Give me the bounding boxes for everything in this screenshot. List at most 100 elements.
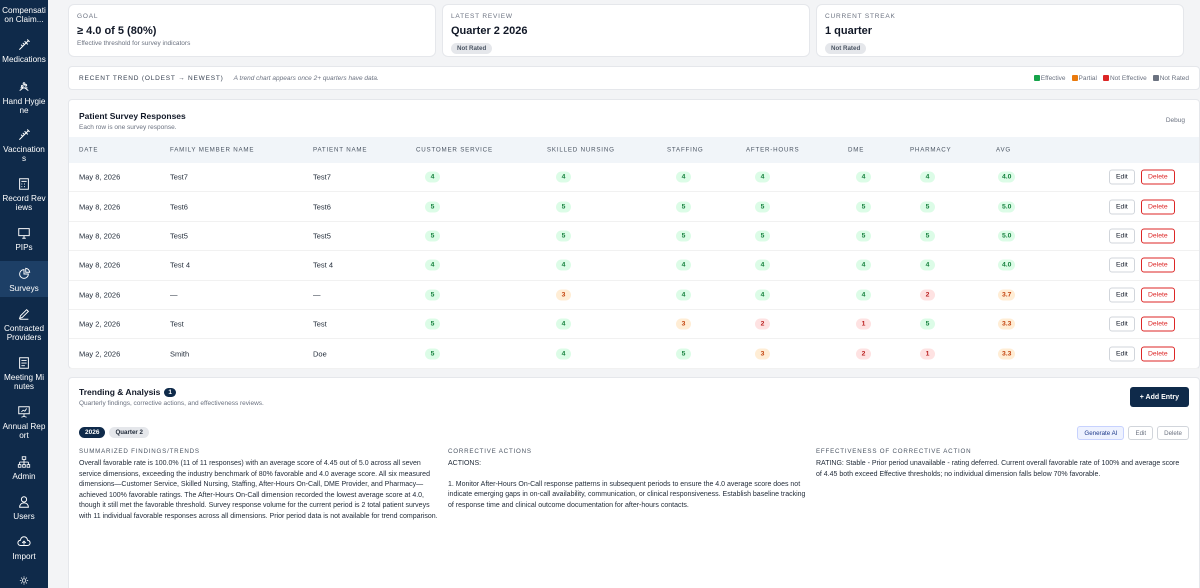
sidebar-item-label: Users (13, 512, 35, 521)
cell-patient-name: Test (313, 319, 327, 329)
cell-date: May 2, 2026 (79, 319, 121, 329)
row-edit-button[interactable]: Edit (1109, 346, 1135, 362)
column-header-dme: DME (848, 146, 865, 154)
cell-patient-name: Test5 (313, 231, 331, 241)
latest-review-card: LATEST REVIEW Quarter 2 2026 Not Rated (442, 4, 810, 57)
sidebar-item-compensation-claims[interactable]: Compensati on Claim... (0, 6, 48, 34)
score-badge-dme: 5 (856, 201, 871, 213)
table-row: May 8, 2026 Test 4 Test 4 4 4 4 4 4 4 4.0 Edit Dele… (69, 251, 1199, 281)
sidebar-item-label: Import (12, 552, 36, 561)
row-delete-button[interactable]: Delete (1141, 316, 1175, 332)
findings-title: SUMMARIZED FINDINGS/TRENDS (79, 448, 200, 455)
row-delete-button[interactable]: Delete (1141, 199, 1175, 215)
row-delete-button[interactable]: Delete (1141, 257, 1175, 273)
column-header-avg: AVG (996, 146, 1012, 154)
sidebar-item-import[interactable]: Import (0, 535, 48, 563)
sidebar-item-users[interactable]: Users (0, 495, 48, 523)
row-edit-button[interactable]: Edit (1109, 169, 1135, 185)
sidebar-item-annual-report[interactable]: Annual Report (0, 405, 48, 441)
table-row: May 8, 2026 Test5 Test5 5 5 5 5 5 5 5.0 Edit Delete (69, 222, 1199, 252)
latest-review-value: Quarter 2 2026 (451, 25, 528, 37)
column-header-customer-service: CUSTOMER SERVICE (416, 146, 493, 154)
sidebar-item-meeting-minutes[interactable]: Meeting Minutes (0, 356, 48, 392)
sidebar-item-label: PIPs (15, 243, 33, 252)
row-edit-button[interactable]: Edit (1109, 287, 1135, 303)
score-badge-skilled-nursing: 4 (556, 171, 571, 183)
effectiveness-title: EFFECTIVENESS OF CORRECTIVE ACTION (816, 448, 972, 455)
row-delete-button[interactable]: Delete (1141, 287, 1175, 303)
legend-effective: Effective (1033, 74, 1066, 82)
row-delete-button[interactable]: Delete (1141, 169, 1175, 185)
score-badge-staffing: 4 (676, 171, 691, 183)
goal-value: ≥ 4.0 of 5 (80%) (77, 25, 157, 37)
column-header-date: DATE (79, 146, 99, 154)
sidebar-item-surveys[interactable]: Surveys (0, 261, 48, 297)
score-badge-pharmacy: 4 (920, 259, 935, 271)
sidebar-item-label: Admin (12, 472, 36, 481)
findings-column: SUMMARIZED FINDINGS/TRENDS Overall favor… (79, 448, 439, 522)
score-badge-pharmacy: 4 (920, 171, 935, 183)
hands-wash-icon (19, 82, 29, 91)
main-content: GOAL ≥ 4.0 of 5 (80%) Effective threshol… (48, 0, 1200, 588)
legend-partial: Partial (1071, 74, 1097, 82)
cloud-upload-icon (17, 536, 31, 546)
row-delete-button[interactable]: Delete (1141, 346, 1175, 362)
score-badge-after-hours: 4 (755, 289, 770, 301)
current-streak-status-badge: Not Rated (825, 43, 867, 54)
entry-delete-button[interactable]: Delete (1157, 426, 1189, 440)
score-badge-staffing: 4 (676, 289, 691, 301)
score-badge-dme: 1 (856, 318, 871, 330)
sidebar-item-medications[interactable]: Medications (0, 38, 48, 68)
score-badge-after-hours: 2 (755, 318, 770, 330)
sidebar-item-label: Compensati on Claim... (2, 6, 46, 24)
corrective-actions-heading: ACTIONS: (448, 460, 482, 467)
row-edit-button[interactable]: Edit (1109, 199, 1135, 215)
score-badge-after-hours: 5 (755, 230, 770, 242)
row-edit-button[interactable]: Edit (1109, 316, 1135, 332)
latest-review-label: LATEST REVIEW (451, 13, 513, 20)
debug-toggle[interactable]: Debug (1166, 117, 1185, 124)
sidebar-item-admin[interactable]: Admin (0, 455, 48, 483)
score-badge-pharmacy: 5 (920, 318, 935, 330)
legend-label: Not Rated (1159, 74, 1189, 82)
corrective-actions-title: CORRECTIVE ACTIONS (448, 448, 532, 455)
sidebar-item-label: Annual Report (2, 422, 46, 440)
cell-date: May 8, 2026 (79, 290, 121, 300)
syringe-icon (19, 39, 30, 50)
sidebar-item-contracted-providers[interactable]: Contracted Providers (0, 307, 48, 343)
sidebar-item-record-reviews[interactable]: Record Reviews (0, 177, 48, 213)
analysis-title-text: Trending & Analysis (79, 387, 161, 397)
goal-card: GOAL ≥ 4.0 of 5 (80%) Effective threshol… (68, 4, 436, 57)
recent-trend-note: A trend chart appears once 2+ quarters h… (233, 74, 379, 82)
score-badge-customer-service: 5 (425, 230, 440, 242)
year-tab-2026[interactable]: 2026 (79, 427, 106, 438)
quarter-tab-q2[interactable]: Quarter 2 (109, 427, 149, 438)
add-entry-button[interactable]: + Add Entry (1129, 387, 1189, 407)
org-chart-icon (17, 456, 31, 468)
legend-swatch (1102, 74, 1109, 81)
score-badge-avg: 4.0 (998, 171, 1016, 183)
goal-label: GOAL (77, 13, 99, 20)
cell-patient-name: Test6 (313, 202, 331, 212)
effectiveness-column: EFFECTIVENESS OF CORRECTIVE ACTION RATIN… (816, 448, 1186, 480)
row-delete-button[interactable]: Delete (1141, 228, 1175, 244)
cell-date: May 8, 2026 (79, 172, 121, 182)
score-badge-avg: 5.0 (998, 201, 1016, 213)
score-badge-customer-service: 4 (425, 171, 440, 183)
generate-ai-button[interactable]: Generate AI (1077, 426, 1125, 440)
table-header: DATE FAMILY MEMBER NAME PATIENT NAME CUS… (69, 137, 1199, 163)
sidebar-item-settings[interactable] (0, 575, 48, 588)
cell-date: May 8, 2026 (79, 260, 121, 270)
sidebar-item-hand-hygiene[interactable]: Hand Hygiene (0, 80, 48, 116)
entry-edit-button[interactable]: Edit (1128, 426, 1154, 440)
sidebar-item-vaccinations[interactable]: Vaccination s (0, 128, 48, 164)
legend-label: Partial (1078, 74, 1097, 82)
column-header-pharmacy: PHARMACY (910, 146, 952, 154)
sidebar: Compensati on Claim... Medications Hand … (0, 0, 48, 588)
cell-date: May 8, 2026 (79, 202, 121, 212)
score-badge-pharmacy: 5 (920, 230, 935, 242)
row-edit-button[interactable]: Edit (1109, 257, 1135, 273)
row-edit-button[interactable]: Edit (1109, 228, 1135, 244)
cell-family-member-name: Test (170, 319, 184, 329)
sidebar-item-pips[interactable]: PIPs (0, 226, 48, 254)
